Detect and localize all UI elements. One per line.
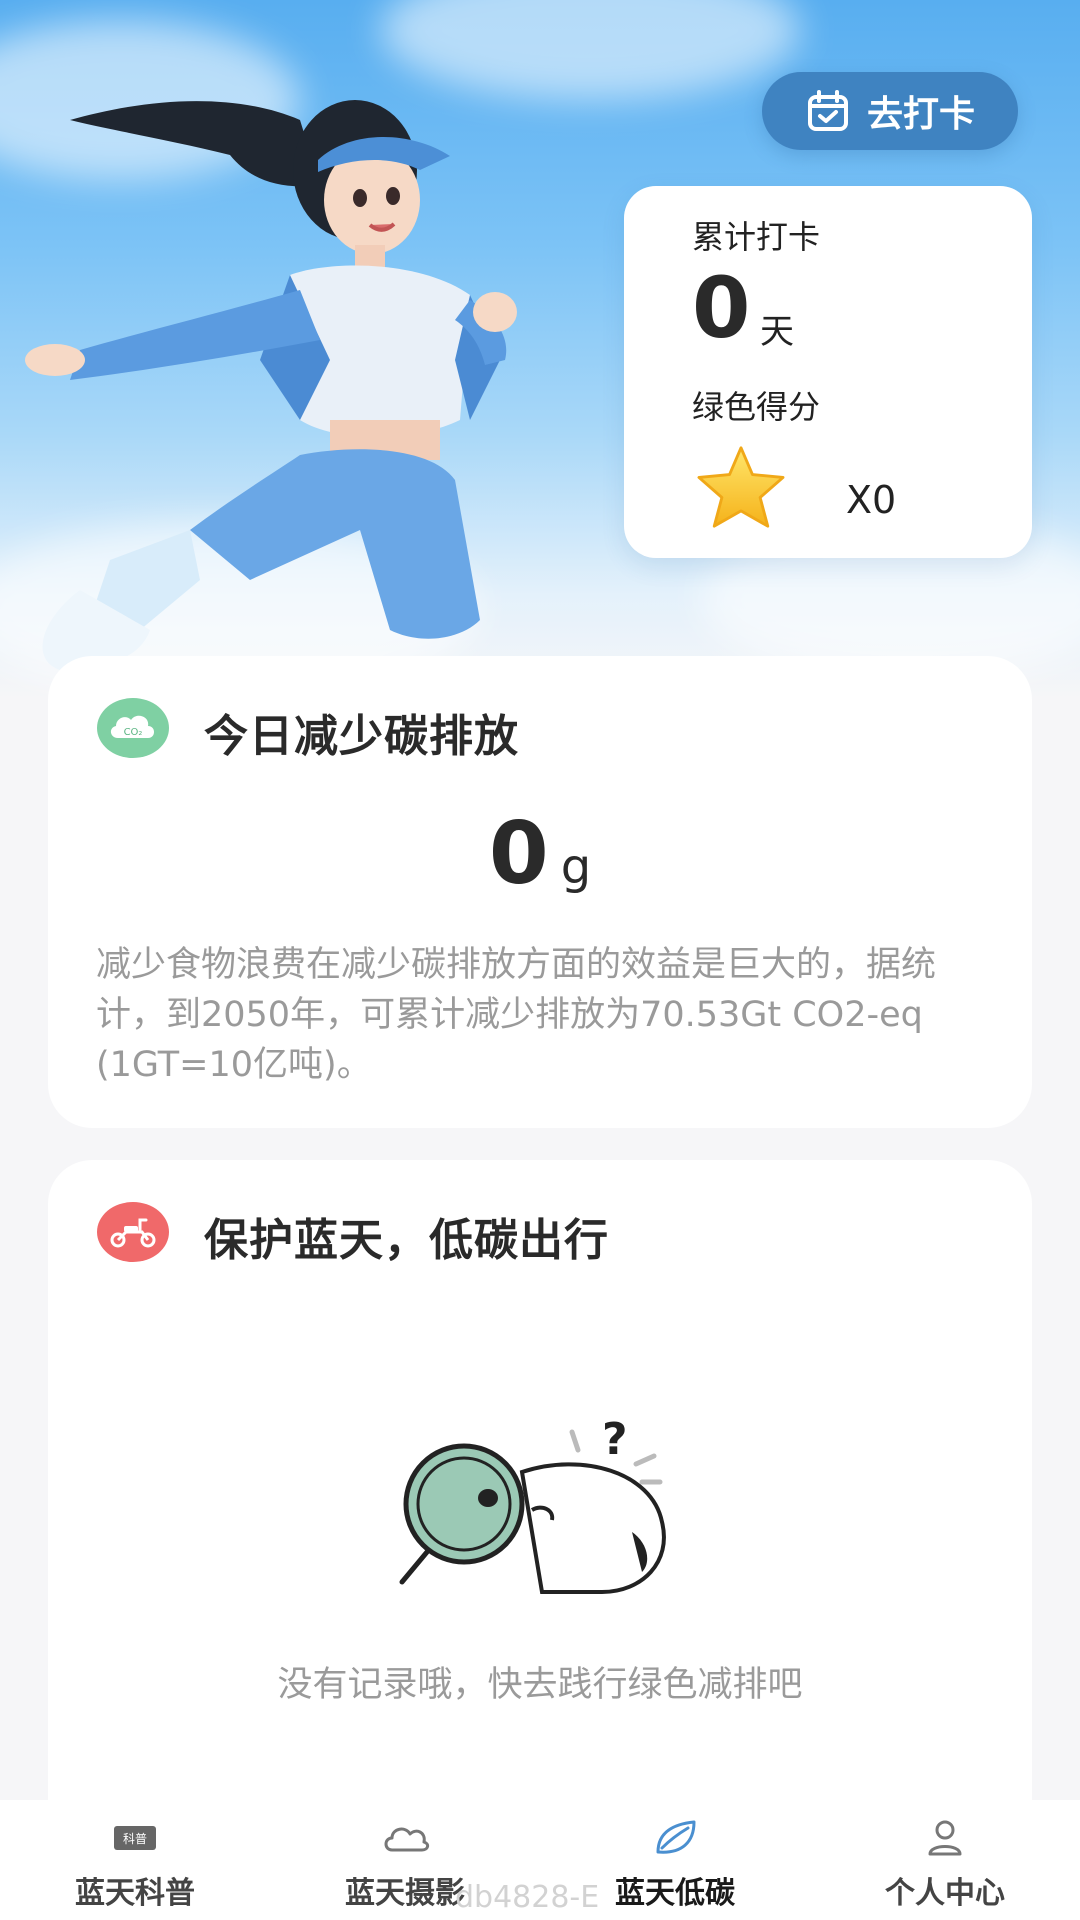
checkin-days-value: 0 [692,259,751,357]
carbon-unit: g [560,839,592,895]
total-checkin-label: 累计打卡 [692,218,821,256]
watermark-text: db4828-E [455,1880,600,1915]
travel-card-title: 保护蓝天，低碳出行 [204,1215,609,1266]
nav-label-science: 蓝天科普 [75,1876,195,1911]
cloud-icon [384,1827,430,1852]
nav-label-profile: 个人中心 [885,1876,1005,1911]
checkin-button-label: 去打卡 [866,94,975,135]
stats-card: 累计打卡 0 天 绿色得分 X0 [624,186,1032,558]
runner-girl-illustration [25,100,517,670]
carbon-value-row: 0g [48,804,1032,904]
leaf-icon [656,1820,696,1854]
star-icon [697,446,785,528]
nav-item-science[interactable]: 科普 蓝天科普 [0,1800,270,1920]
carbon-reduction-card: CO₂ 今日减少碳排放 0g 减少食物浪费在减少碳排放方面的效益是巨大的，据统计… [48,656,1032,1128]
nav-label-low-carbon: 蓝天低碳 [615,1876,735,1911]
scooter-icon [97,1202,169,1262]
calendar-check-icon [807,90,848,131]
user-icon [928,1820,962,1856]
green-score-value: X0 [846,478,897,522]
nav-label-photography: 蓝天摄影 [345,1876,465,1911]
carbon-value: 0 [488,804,549,904]
co2-icon-text: CO₂ [124,727,143,738]
book-icon: 科普 [114,1826,156,1850]
magnifier-search-empty-icon: ? [399,1414,666,1594]
empty-state-text: 没有记录哦，快去践行绿色减排吧 [277,1665,803,1705]
carbon-card-title: 今日减少碳排放 [204,711,519,762]
hero-banner: 去打卡 累计打卡 0 天 绿色得分 X0 [0,0,1080,700]
book-icon-text: 科普 [123,1832,147,1846]
co2-cloud-icon: CO₂ [97,698,169,758]
checkin-days-unit: 天 [760,312,794,352]
checkin-button[interactable]: 去打卡 [762,72,1018,150]
nav-item-profile[interactable]: 个人中心 [810,1800,1080,1920]
page: 去打卡 累计打卡 0 天 绿色得分 X0 CO₂ 今日减少碳排放 0 g 减少食… [0,0,1080,1920]
carbon-description: 减少食物浪费在减少碳排放方面的效益是巨大的，据统计，到2050年，可累计减少排放… [96,945,937,1085]
svg-text:?: ? [602,1414,628,1465]
green-score-label: 绿色得分 [692,388,821,426]
